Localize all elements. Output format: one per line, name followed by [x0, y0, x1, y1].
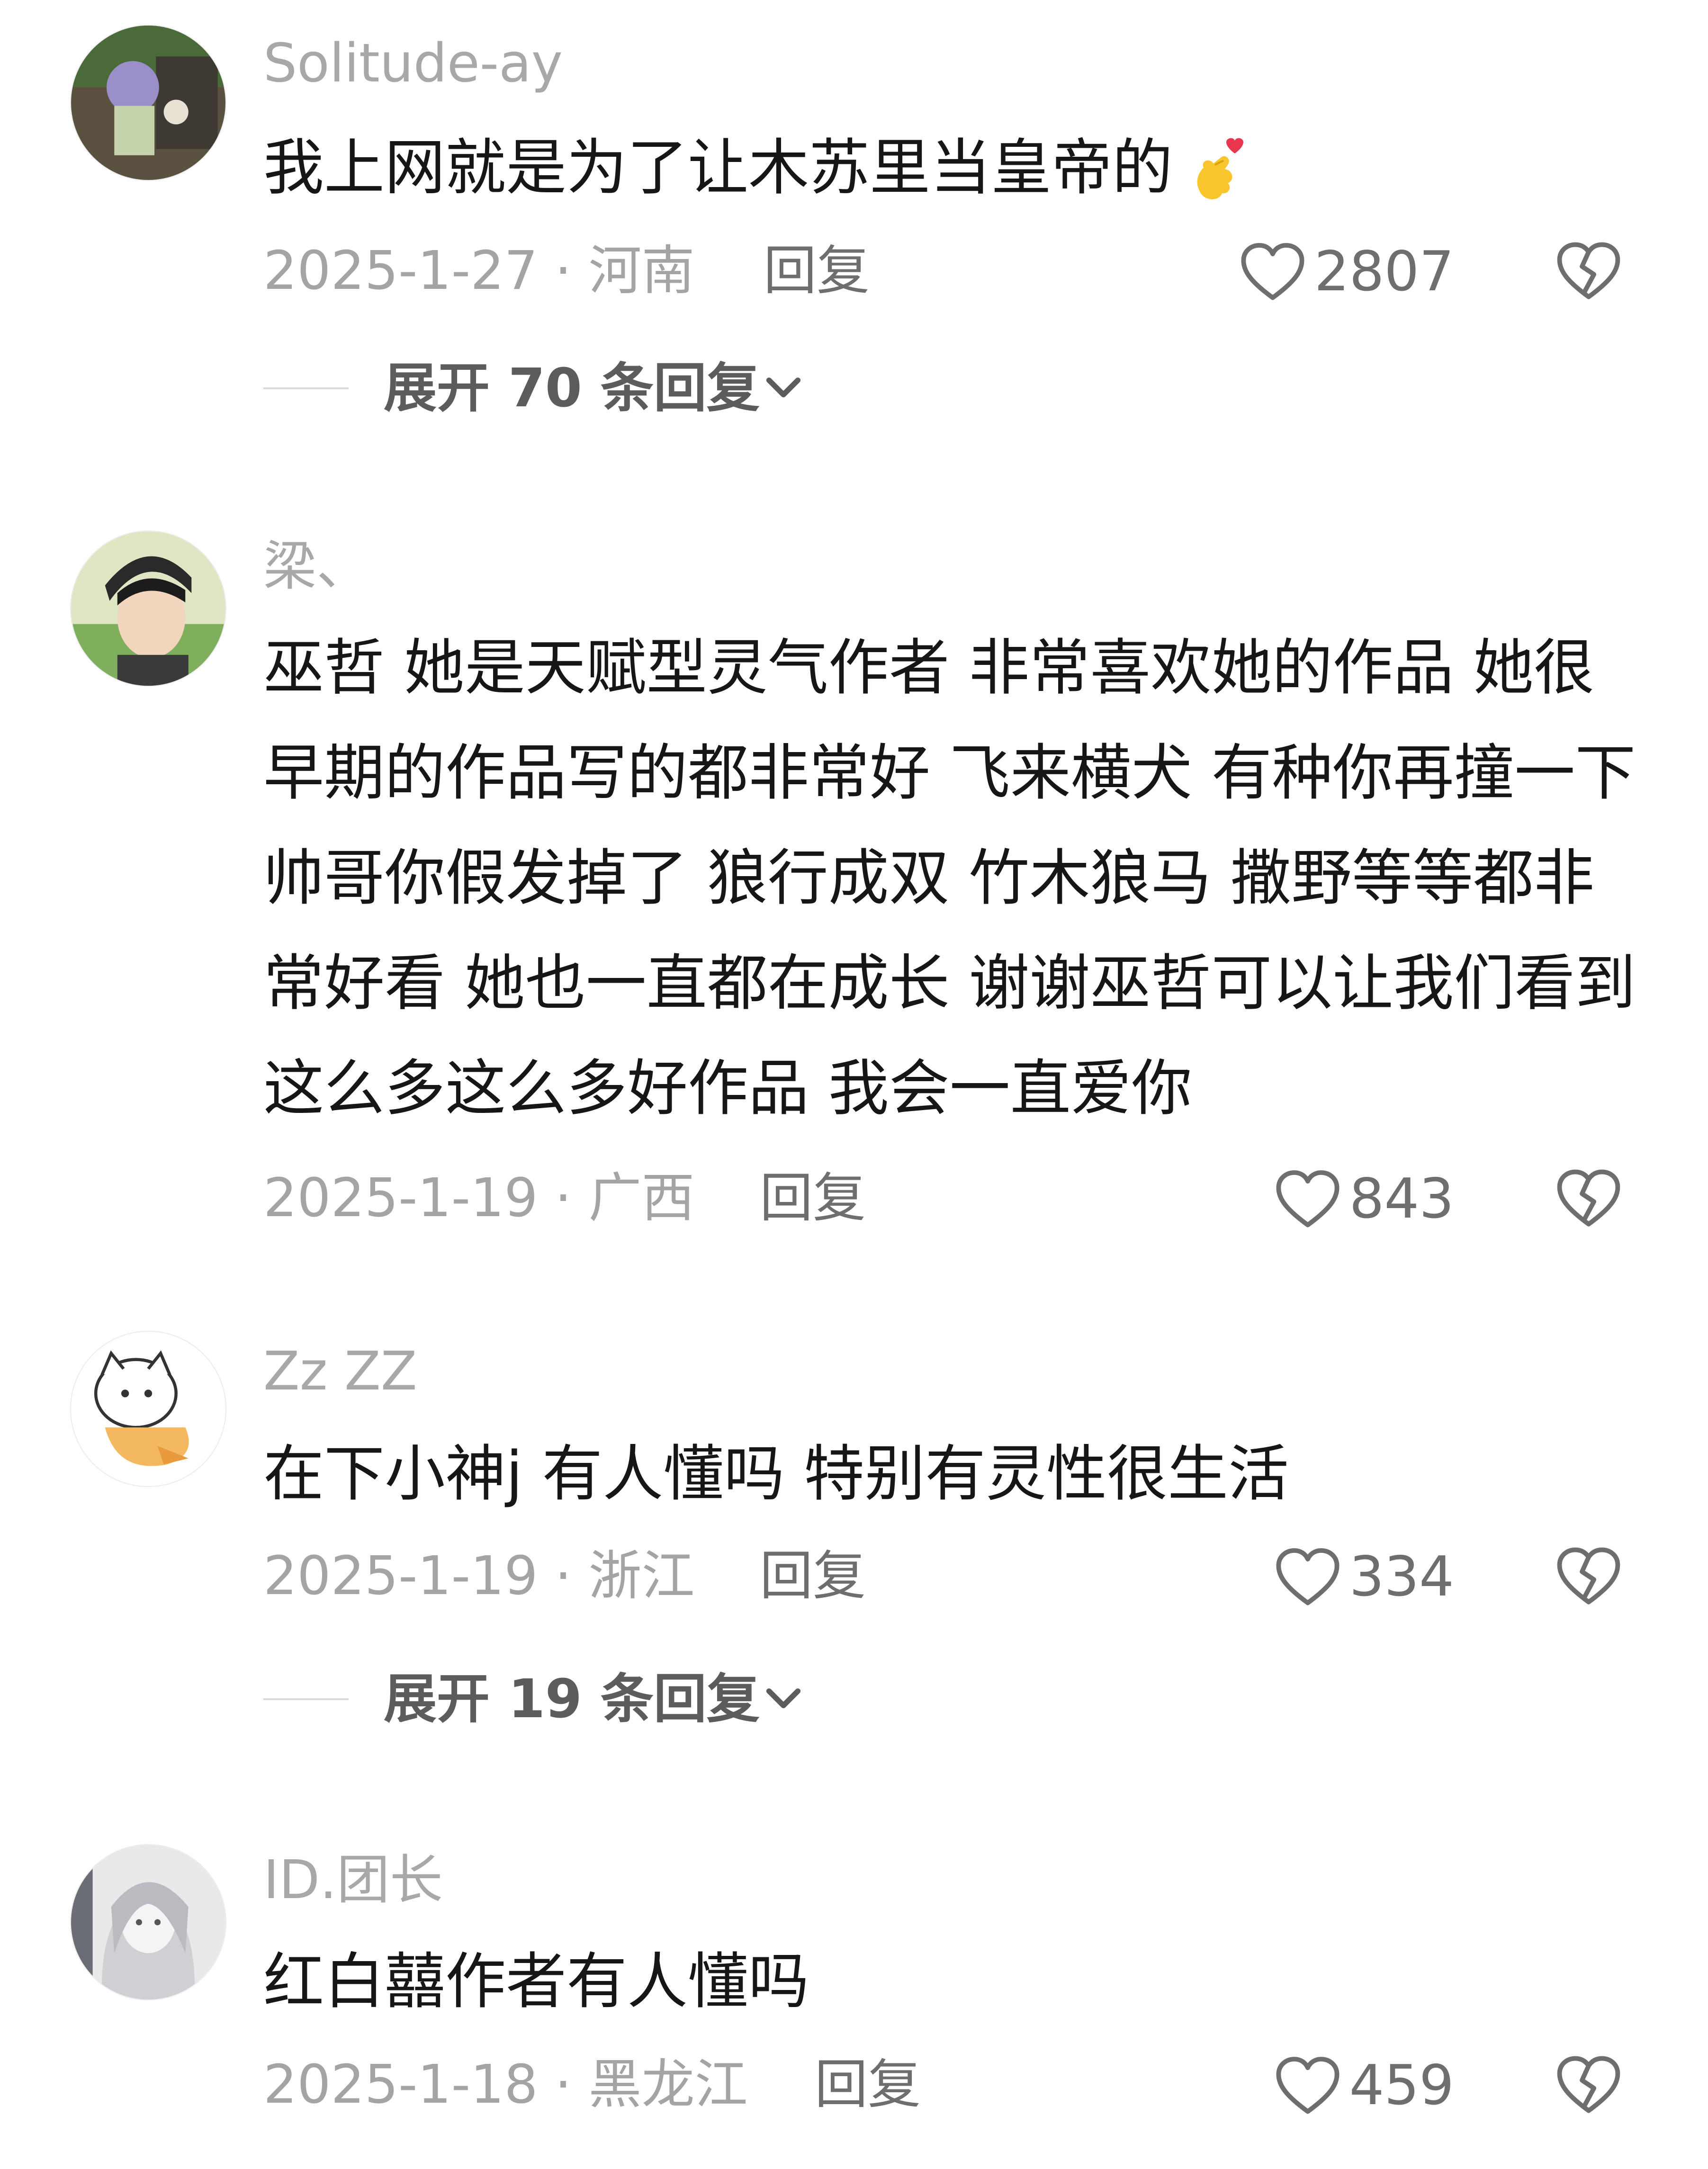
comment-date-location: 2025-1-27 · 河南	[263, 240, 695, 302]
heart-outline-icon	[1241, 243, 1304, 300]
expand-replies-label: 展开 19 条回复	[384, 1668, 760, 1730]
reply-button[interactable]: 回复	[760, 1550, 866, 1603]
comment-text: 我上网就是为了让木苏里当皇帝的	[263, 116, 1637, 221]
like-count: 459	[1349, 2053, 1454, 2117]
comment-text: 红白囍作者有人懂吗	[263, 1946, 809, 2017]
like-button[interactable]: 843	[1275, 1169, 1454, 1229]
like-count: 334	[1349, 1545, 1454, 1609]
username[interactable]: 梁、	[263, 540, 369, 593]
heart-outline-icon	[1276, 1170, 1339, 1228]
comment-text-body: 我上网就是为了让木苏里当皇帝的	[263, 133, 1173, 203]
reply-button[interactable]: 回复	[815, 2058, 921, 2111]
username[interactable]: Solitude-ay	[263, 37, 563, 90]
chevron-down-icon	[766, 1688, 800, 1708]
broken-heart-icon[interactable]	[1555, 239, 1622, 302]
expand-replies-label: 展开 70 条回复	[384, 358, 760, 419]
comment-date-location: 2025-1-19 · 广西	[263, 1167, 695, 1229]
broken-heart-icon[interactable]	[1555, 1544, 1622, 1607]
avatar[interactable]	[70, 25, 226, 181]
like-button[interactable]: 334	[1275, 1547, 1454, 1607]
comment-text: 在下小神j 有人懂吗 特别有灵性很生活	[263, 1439, 1289, 1509]
comment-date-location: 2025-1-18 · 黑龙江	[263, 2054, 748, 2115]
divider-line	[263, 387, 349, 389]
like-count: 2807	[1314, 240, 1454, 304]
heart-outline-icon	[1276, 2057, 1339, 2114]
divider-line	[263, 1698, 349, 1700]
like-button[interactable]: 459	[1275, 2055, 1454, 2116]
expand-replies-button[interactable]: 展开 70 条回复	[263, 362, 801, 415]
avatar[interactable]	[70, 1331, 226, 1487]
comment-date-location: 2025-1-19 · 浙江	[263, 1545, 695, 1607]
like-button[interactable]: 2807	[1240, 242, 1454, 302]
username[interactable]: Zz ZZ	[263, 1345, 417, 1398]
finger-heart-emoji	[1197, 138, 1244, 199]
avatar[interactable]	[70, 1844, 226, 2000]
reply-button[interactable]: 回复	[764, 244, 870, 297]
expand-replies-button[interactable]: 展开 19 条回复	[263, 1673, 801, 1726]
username[interactable]: ID.团长	[263, 1854, 443, 1907]
broken-heart-icon[interactable]	[1555, 1166, 1622, 1229]
reply-button[interactable]: 回复	[760, 1172, 866, 1225]
like-count: 843	[1349, 1167, 1454, 1231]
heart-outline-icon	[1276, 1548, 1339, 1605]
broken-heart-icon[interactable]	[1555, 2052, 1622, 2116]
avatar[interactable]	[70, 530, 226, 687]
chevron-down-icon	[766, 377, 800, 397]
comment-text: 巫哲 她是天赋型灵气作者 非常喜欢她的作品 她很早期的作品写的都非常好 飞来横犬…	[263, 633, 1636, 1124]
